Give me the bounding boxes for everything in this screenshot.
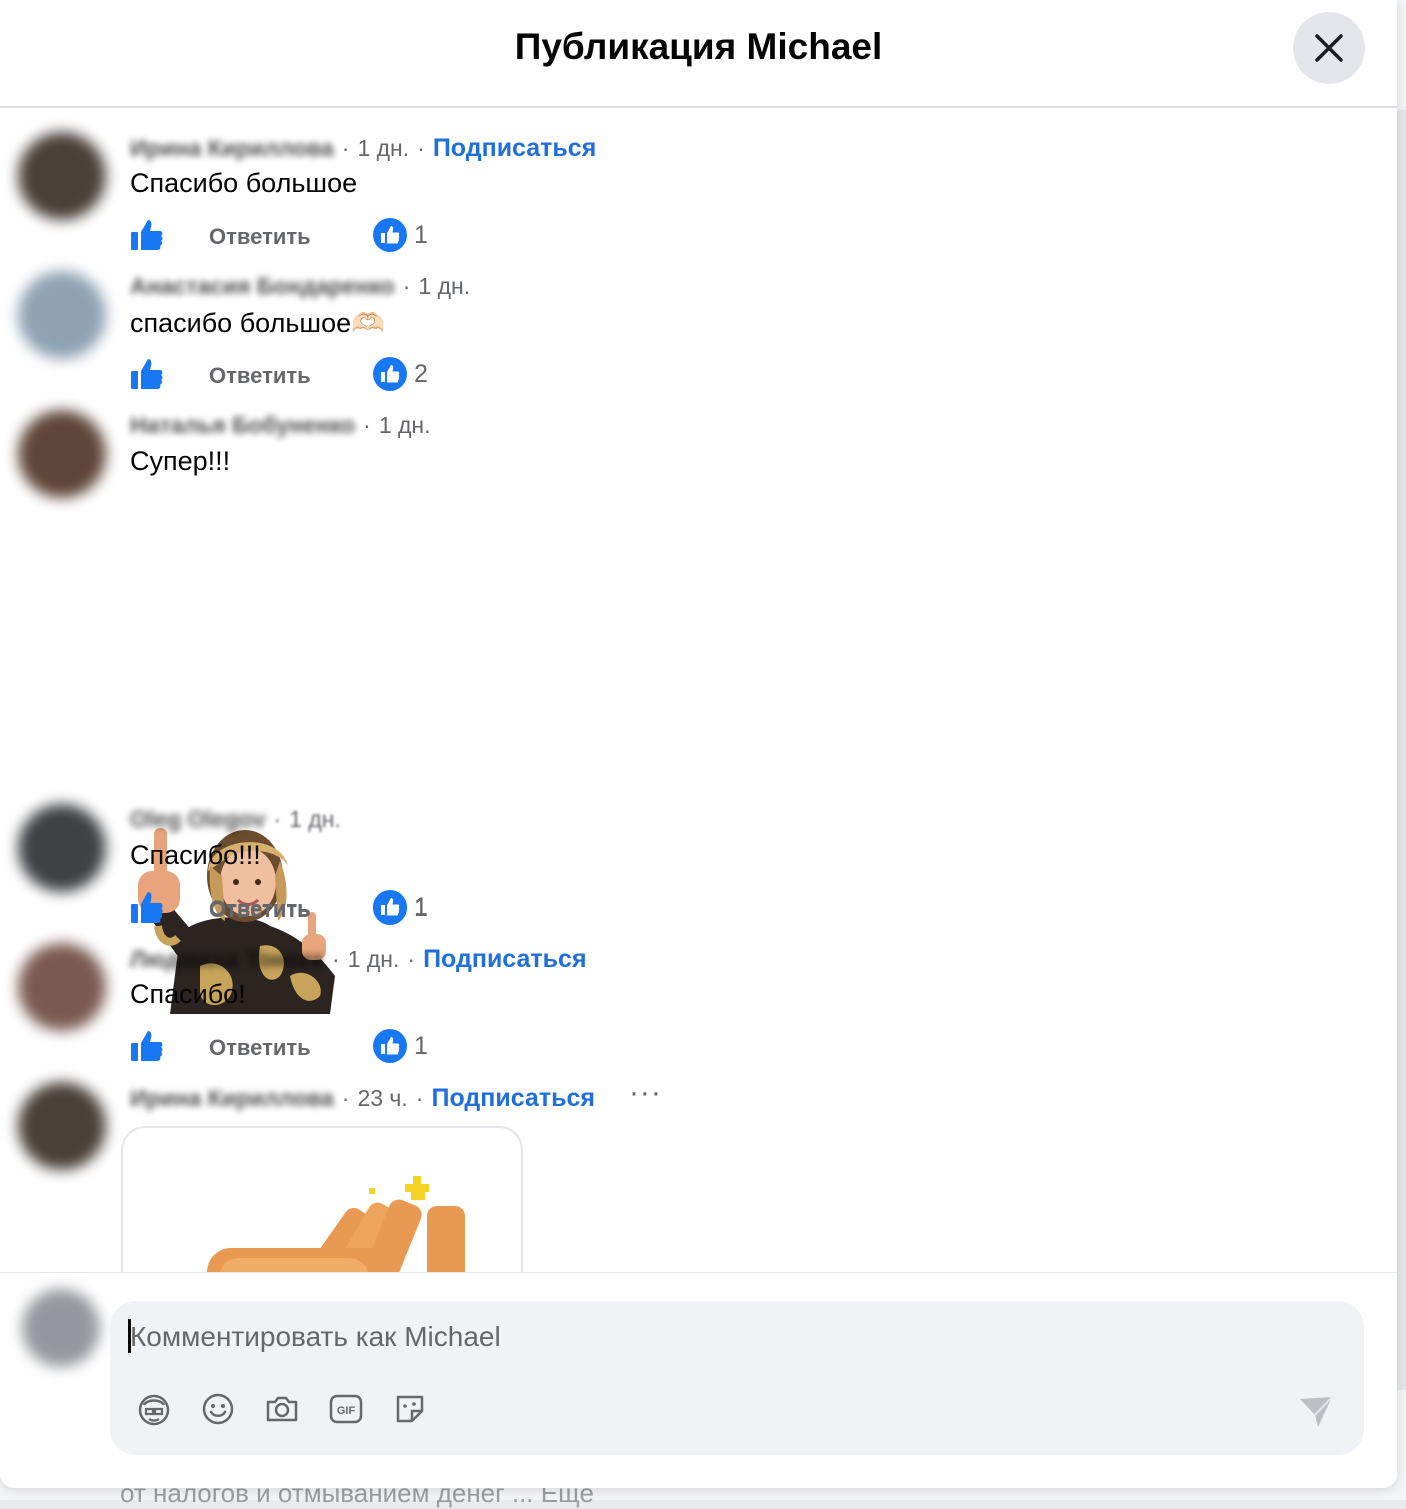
previous-comment-actions bbox=[130, 108, 397, 112]
thumbs-up-icon bbox=[381, 226, 400, 244]
reaction-count: 2 bbox=[414, 360, 428, 388]
separator: · bbox=[332, 946, 340, 972]
comment-actions: Ответить 1 bbox=[130, 218, 530, 254]
avatar[interactable] bbox=[18, 410, 106, 498]
comment-meta: Наталья Бобуненко · 1 дн. bbox=[130, 412, 431, 439]
like-icon[interactable] bbox=[130, 890, 164, 924]
comment-text: спасибо большое🫶🏻 bbox=[130, 308, 385, 338]
separator: · bbox=[341, 1085, 350, 1111]
separator: · bbox=[273, 806, 282, 832]
pixel-hands-image bbox=[207, 1176, 465, 1272]
separator: · bbox=[363, 412, 371, 438]
modal-title: Публикация Michael bbox=[514, 26, 883, 67]
comment-author[interactable]: Ирина Кириллова bbox=[130, 135, 334, 162]
reply-button[interactable]: Ответить bbox=[209, 1035, 311, 1061]
comment-input-box[interactable]: Комментировать как Michael GIF bbox=[110, 1301, 1364, 1455]
comment-input-placeholder[interactable]: Комментировать как Michael bbox=[130, 1321, 501, 1353]
separator: · bbox=[417, 135, 425, 161]
comment-time[interactable]: 1 дн. bbox=[357, 135, 409, 162]
post-modal: Публикация Michael Ирина Кириллова · 1 д… bbox=[0, 0, 1397, 1488]
separator: · bbox=[407, 946, 416, 972]
reaction-badge[interactable] bbox=[373, 890, 407, 924]
gif-icon[interactable]: GIF bbox=[326, 1389, 366, 1429]
comment-author[interactable]: Ирина Кириллова bbox=[130, 1085, 334, 1112]
comment-actions: Ответить 2 bbox=[130, 357, 530, 393]
reaction-count: 1 bbox=[414, 893, 428, 921]
comment-text: Спасибо!!! bbox=[130, 840, 261, 870]
comment-time[interactable]: 1 дн. bbox=[418, 273, 470, 300]
comment-actions: Ответить 1 bbox=[130, 890, 530, 926]
thumbs-up-icon bbox=[381, 1037, 400, 1055]
avatar[interactable] bbox=[18, 1082, 106, 1170]
comment-meta: Анастасия Бондаренко · 1 дн. bbox=[130, 273, 470, 300]
reply-button[interactable]: Ответить bbox=[209, 224, 311, 250]
emoji-icon[interactable] bbox=[198, 1389, 238, 1429]
reaction-badge[interactable] bbox=[373, 218, 407, 252]
like-icon[interactable] bbox=[130, 1029, 164, 1063]
comment-meta: Людмила Тонких · 1 дн. · Подписаться bbox=[130, 945, 587, 974]
avatar[interactable] bbox=[18, 804, 106, 892]
reaction-count: 1 bbox=[414, 1032, 428, 1060]
thumbs-up-icon bbox=[381, 898, 400, 916]
comment-text: Спасибо большое bbox=[130, 168, 358, 198]
comment-author[interactable]: Анастасия Бондаренко bbox=[130, 273, 395, 300]
comments-list: Ирина Кириллова · 1 дн. · Подписаться Сп… bbox=[0, 108, 1397, 1272]
close-icon bbox=[1315, 34, 1343, 62]
camera-icon[interactable] bbox=[262, 1389, 302, 1429]
avatar-sticker-icon[interactable] bbox=[134, 1389, 174, 1429]
separator: · bbox=[341, 135, 350, 161]
separator: · bbox=[402, 273, 411, 299]
avatar[interactable] bbox=[18, 943, 106, 1031]
reaction-badge[interactable] bbox=[373, 357, 407, 391]
reaction-badge[interactable] bbox=[373, 1029, 407, 1063]
more-options-button[interactable]: ··· bbox=[629, 1077, 662, 1107]
send-icon[interactable] bbox=[1298, 1393, 1334, 1429]
comment-time[interactable]: 23 ч. bbox=[357, 1085, 407, 1112]
sticker-icon[interactable] bbox=[390, 1389, 430, 1429]
reply-button[interactable]: Ответить bbox=[209, 896, 311, 922]
svg-text:GIF: GIF bbox=[337, 1405, 356, 1417]
comment-time[interactable]: 1 дн. bbox=[348, 946, 400, 973]
follow-link[interactable]: Подписаться bbox=[423, 945, 586, 974]
reaction-count: 1 bbox=[414, 221, 428, 249]
comment-actions: Ответить 1 bbox=[130, 1029, 530, 1065]
comment-author[interactable]: Наталья Бобуненко bbox=[130, 412, 355, 439]
like-icon[interactable] bbox=[130, 357, 164, 391]
separator: · bbox=[415, 1085, 424, 1111]
comment-meta: Ирина Кириллова · 23 ч. · Подписаться ··… bbox=[130, 1077, 662, 1113]
avatar[interactable] bbox=[18, 132, 106, 220]
comment-text: Спасибо! bbox=[130, 979, 246, 1009]
comment-text: Супер!!! bbox=[130, 446, 231, 476]
comment-time[interactable]: 1 дн. bbox=[379, 412, 431, 439]
comment-composer-area: Комментировать как Michael GIF bbox=[0, 1272, 1397, 1488]
modal-header: Публикация Michael bbox=[0, 0, 1397, 108]
thumbs-up-icon bbox=[381, 365, 400, 383]
close-button[interactable] bbox=[1293, 12, 1365, 84]
comment-meta: Oleg Olegov · 1 дн. bbox=[130, 806, 341, 833]
reply-button[interactable]: Ответить bbox=[209, 363, 311, 389]
like-icon[interactable] bbox=[130, 218, 164, 252]
comment-author[interactable]: Oleg Olegov bbox=[130, 806, 265, 833]
my-avatar bbox=[22, 1289, 100, 1367]
follow-link[interactable]: Подписаться bbox=[433, 134, 596, 163]
avatar[interactable] bbox=[18, 271, 106, 359]
comment-time[interactable]: 1 дн. bbox=[289, 806, 341, 833]
pixel-hands-sticker[interactable] bbox=[121, 1126, 523, 1272]
comment-author[interactable]: Людмила Тонких bbox=[130, 946, 324, 973]
follow-link[interactable]: Подписаться bbox=[431, 1084, 594, 1113]
comment-meta: Ирина Кириллова · 1 дн. · Подписаться bbox=[130, 134, 596, 163]
